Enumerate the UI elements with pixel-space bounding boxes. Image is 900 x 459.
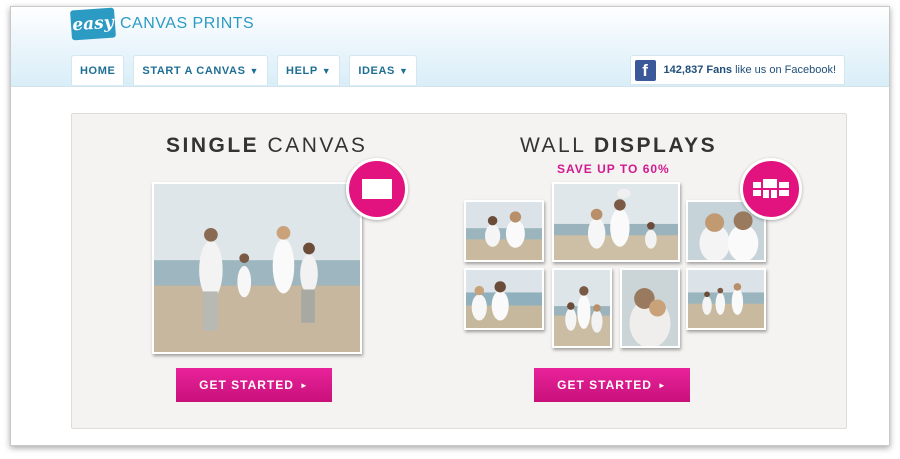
wall-title-light: WALL	[520, 134, 586, 157]
single-canvas-photo[interactable]	[152, 182, 362, 354]
wall-photo-4[interactable]	[464, 268, 544, 330]
wall-displays-title: WALL DISPLAYS	[520, 134, 717, 158]
arrow-right-icon: ►	[657, 380, 667, 390]
site-header: easy CANVAS PRINTS HOME START A CANVAS ▼…	[11, 7, 889, 87]
nav-start-a-canvas-label: START A CANVAS	[142, 64, 246, 77]
product-panel: SINGLE CANVAS GET STARTED ► WALL DISPLAY…	[71, 113, 847, 429]
wall-title-bold: DISPLAYS	[593, 134, 718, 157]
single-canvas-icon-badge	[346, 158, 408, 220]
chevron-down-icon: ▼	[321, 65, 332, 76]
wall-grid-icon	[753, 179, 789, 198]
single-canvas-get-started-button[interactable]: GET STARTED ►	[176, 368, 332, 402]
wall-photo-1[interactable]	[464, 200, 544, 262]
nav-help-label: HELP	[286, 64, 318, 77]
wall-photo-7[interactable]	[686, 268, 766, 330]
single-title-light: CANVAS	[267, 134, 368, 157]
single-canvas-title: SINGLE CANVAS	[166, 134, 367, 158]
nav-home[interactable]: HOME	[71, 55, 125, 85]
wall-photo-2[interactable]	[552, 182, 680, 262]
wall-get-started-label: GET STARTED	[557, 378, 652, 392]
logo-badge: easy	[70, 7, 116, 41]
single-get-started-label: GET STARTED	[199, 378, 294, 392]
facebook-icon: f	[634, 59, 656, 81]
nav-ideas-label: IDEAS	[358, 64, 395, 77]
wall-photo-6[interactable]	[620, 268, 680, 348]
chevron-down-icon: ▼	[398, 65, 409, 76]
wall-photo-5[interactable]	[552, 268, 612, 348]
chevron-down-icon: ▼	[249, 65, 260, 76]
arrow-right-icon: ►	[299, 380, 309, 390]
wall-promo-text: SAVE UP TO 60%	[557, 162, 670, 176]
main-nav: HOME START A CANVAS ▼ HELP ▼ IDEAS ▼	[71, 55, 418, 85]
nav-start-a-canvas[interactable]: START A CANVAS ▼	[133, 55, 269, 85]
single-canvas-icon	[362, 179, 392, 199]
logo-text: CANVAS PRINTS	[120, 15, 255, 32]
wall-displays-get-started-button[interactable]: GET STARTED ►	[534, 368, 690, 402]
facebook-like-box[interactable]: f 142,837 Fans like us on Facebook!	[629, 55, 845, 85]
browser-frame: easy CANVAS PRINTS HOME START A CANVAS ▼…	[10, 6, 890, 446]
facebook-like-text: like us on Facebook!	[735, 64, 836, 76]
nav-home-label: HOME	[80, 64, 116, 77]
facebook-fan-count: 142,837 Fans	[663, 64, 733, 76]
site-logo[interactable]: easy CANVAS PRINTS	[70, 7, 255, 41]
nav-ideas[interactable]: IDEAS ▼	[349, 55, 418, 85]
single-title-bold: SINGLE	[166, 134, 260, 157]
nav-help[interactable]: HELP ▼	[277, 55, 341, 85]
wall-displays-icon-badge	[740, 158, 802, 220]
